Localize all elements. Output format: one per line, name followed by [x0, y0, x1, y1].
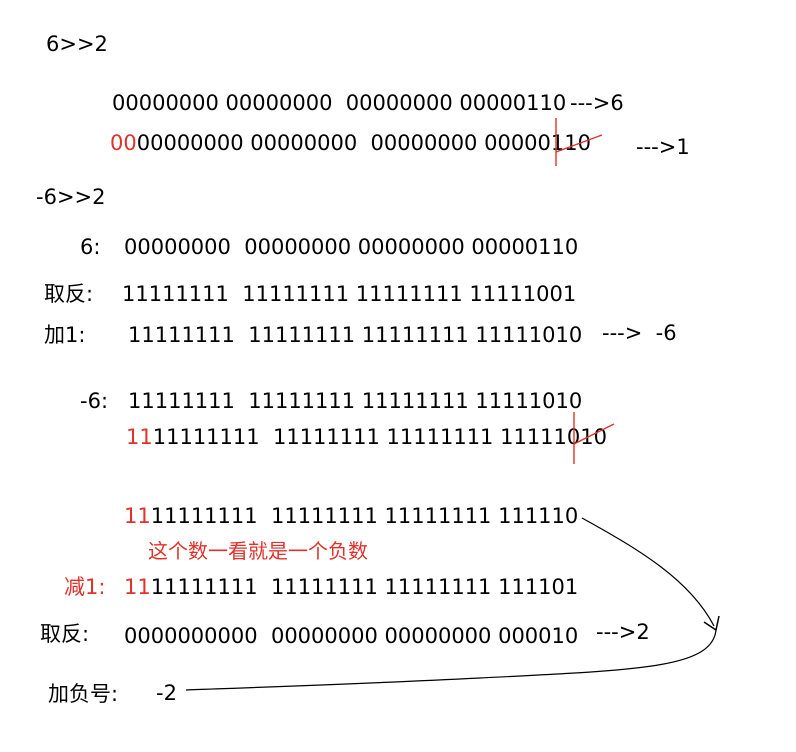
arrow-curve — [581, 517, 715, 627]
cut-marker-slash — [555, 134, 603, 153]
annotation-lines — [185, 118, 720, 691]
connector-curve — [185, 629, 717, 691]
cut-marker-slash — [573, 423, 615, 445]
arrow-head — [703, 615, 720, 632]
